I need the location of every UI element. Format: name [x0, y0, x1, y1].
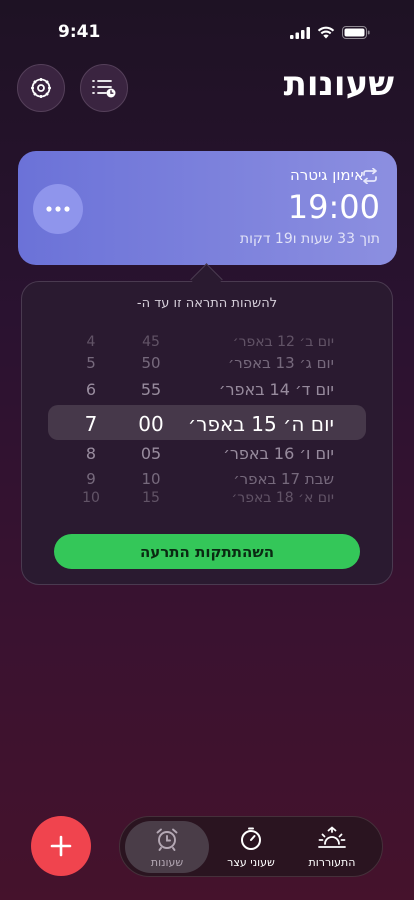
add-alarm-button[interactable]: [31, 816, 91, 876]
picker-day: יום ה׳ 15 באפר׳: [187, 412, 334, 436]
picker-day: יום א׳ 18 באפר׳: [231, 490, 334, 506]
page-title: שעונות: [283, 64, 394, 104]
signal-icon: [290, 26, 310, 39]
alarm-label: אימון גיטרה: [289, 166, 364, 184]
picker-row[interactable]: 8 05 יום ו׳ 16 באפר׳: [0, 444, 414, 466]
alarm-time: 19:00: [287, 188, 380, 226]
tab-wakeup[interactable]: התעוררות: [290, 821, 374, 873]
picker-minute: 05: [140, 444, 162, 463]
tab-alarms[interactable]: שעונות: [125, 821, 209, 873]
ellipsis-icon: [46, 206, 70, 212]
picker-hour: 10: [82, 490, 100, 506]
picker-row[interactable]: 4 45 יום ב׳ 12 באפר׳: [0, 334, 414, 354]
status-time: 9:41: [58, 22, 101, 42]
picker-day: יום ד׳ 14 באפר׳: [218, 380, 334, 399]
alarm-countdown: תוך 33 שעות ו19 דקות: [239, 231, 380, 247]
picker-hour: 5: [86, 354, 96, 372]
tab-label: שעונות: [150, 855, 184, 869]
picker-minute: 00: [138, 412, 164, 436]
picker-hour: 9: [86, 470, 96, 488]
picker-row[interactable]: 9 10 שבת 17 באפר׳: [0, 470, 414, 491]
picker-row[interactable]: 6 55 יום ד׳ 14 באפר׳: [0, 380, 414, 402]
picker-day: שבת 17 באפר׳: [233, 470, 334, 488]
picker-minute: 45: [142, 334, 160, 350]
picker-day: יום ג׳ 13 באפר׳: [228, 354, 334, 372]
settings-button[interactable]: [17, 64, 65, 112]
picker-minute: 55: [140, 380, 162, 399]
list-button[interactable]: [80, 64, 128, 112]
list-clock-icon: [92, 80, 116, 98]
snooze-title: להשהות התראה זו עד ה-: [136, 296, 278, 311]
picker-minute: 50: [141, 354, 161, 372]
picker-day: יום ו׳ 16 באפר׳: [223, 444, 334, 463]
snooze-button[interactable]: השהתתקות התרעה: [54, 534, 360, 569]
alarm-clock-icon: [156, 828, 178, 851]
picker-hour: 6: [85, 380, 97, 399]
more-button[interactable]: [33, 184, 83, 234]
tab-label: התעוררות: [308, 855, 356, 869]
wifi-icon: [317, 26, 335, 39]
picker-minute: 15: [142, 490, 160, 506]
picker-hour: 8: [85, 444, 97, 463]
picker-hour: 7: [84, 412, 98, 436]
tab-label: שעוני עצר: [227, 855, 275, 869]
tab-stopwatch[interactable]: שעוני עצר: [209, 821, 293, 873]
picker-row[interactable]: 10 15 יום א׳ 18 באפר׳: [0, 490, 414, 510]
picker-hour: 4: [86, 334, 96, 350]
picker-day: יום ב׳ 12 באפר׳: [232, 334, 334, 350]
picker-row[interactable]: 5 50 יום ג׳ 13 באפר׳: [0, 354, 414, 375]
picker-row-selected[interactable]: 7 00 יום ה׳ 15 באפר׳: [0, 412, 414, 438]
plus-icon: [50, 835, 72, 857]
gear-icon: [31, 78, 51, 98]
battery-icon: [342, 26, 370, 39]
status-icons: [290, 26, 370, 39]
sunrise-icon: [318, 825, 346, 848]
picker-minute: 10: [141, 470, 161, 488]
stopwatch-icon: [241, 827, 261, 850]
